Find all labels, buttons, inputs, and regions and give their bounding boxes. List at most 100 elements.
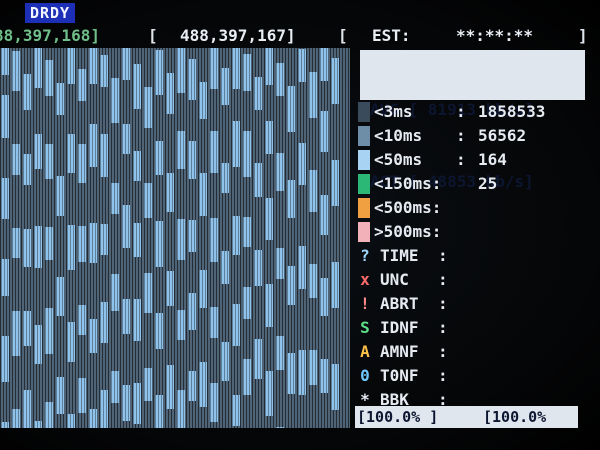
scan-block xyxy=(265,284,273,327)
timing-count: 56562 xyxy=(478,126,527,145)
error-label: ABRT xyxy=(380,294,419,313)
timing-label: <150ms: xyxy=(374,174,442,193)
scan-block xyxy=(298,350,306,395)
error-row: A AMNF: xyxy=(358,340,598,364)
scan-block xyxy=(210,131,218,173)
scan-block xyxy=(243,131,251,177)
scan-block xyxy=(232,395,240,426)
error-row: ! ABRT: xyxy=(358,292,598,316)
timing-row: >500ms: xyxy=(358,220,598,244)
scan-block xyxy=(100,302,108,343)
scan-block xyxy=(177,219,185,260)
scan-block xyxy=(1,422,9,428)
timing-color-swatch xyxy=(358,126,370,146)
scan-block xyxy=(133,383,141,424)
error-label: UNC xyxy=(380,270,409,289)
zero-icon: 0 xyxy=(360,366,370,385)
timing-color-swatch xyxy=(358,174,370,194)
scan-block xyxy=(331,262,339,308)
scan-block xyxy=(23,229,31,267)
scan-block xyxy=(210,383,218,422)
lba-range-row: 88,397,168] [ 488,397,167] [ EST: **:**:… xyxy=(0,26,600,46)
scan-block xyxy=(276,248,284,279)
progress-left: [100.0% ] xyxy=(357,408,439,426)
a-icon: A xyxy=(360,342,370,361)
scan-block xyxy=(265,198,273,240)
scan-block xyxy=(122,299,130,334)
scan-block xyxy=(67,322,75,362)
scan-block xyxy=(100,224,108,255)
scan-block xyxy=(144,273,152,313)
scan-block xyxy=(177,131,185,169)
est-label: EST: xyxy=(372,26,411,45)
scan-block xyxy=(166,365,174,409)
est-value: **:**:** xyxy=(456,26,534,45)
scan-block xyxy=(177,390,185,428)
scan-block xyxy=(34,134,42,169)
scan-block xyxy=(166,271,174,306)
timing-row: <10ms:56562 xyxy=(358,124,598,148)
scan-block xyxy=(12,228,20,258)
timing-row: <3ms:1858533 xyxy=(358,100,598,124)
scan-block xyxy=(309,264,317,298)
scan-block xyxy=(199,270,207,308)
timing-count: 25 xyxy=(478,174,498,193)
scan-block xyxy=(287,353,295,394)
scan-block xyxy=(309,170,317,212)
scan-block xyxy=(254,77,262,110)
drive-ready-flag: DRDY xyxy=(25,3,75,23)
scan-block xyxy=(45,60,53,96)
scan-block xyxy=(243,287,251,319)
scan-block xyxy=(221,342,229,381)
scan-block xyxy=(144,183,152,218)
error-colon: : xyxy=(438,366,448,385)
scan-block xyxy=(78,226,86,262)
error-label: IDNF xyxy=(380,318,419,337)
error-row: x UNC: xyxy=(358,268,598,292)
scan-block xyxy=(177,48,185,93)
scan-block xyxy=(1,95,9,138)
scan-block xyxy=(199,82,207,119)
timing-colon: : xyxy=(456,150,466,169)
timing-color-swatch xyxy=(358,102,370,122)
scan-block xyxy=(188,220,196,252)
scan-block xyxy=(111,78,119,123)
scan-block xyxy=(309,72,317,118)
scan-block xyxy=(111,183,119,214)
scan-block xyxy=(34,421,42,428)
scan-block xyxy=(331,364,339,410)
scan-block xyxy=(287,266,295,305)
scan-block xyxy=(243,54,251,91)
scan-block xyxy=(89,124,97,167)
scan-block xyxy=(155,141,163,175)
scan-block xyxy=(331,160,339,206)
scan-block xyxy=(1,336,9,382)
timing-color-swatch xyxy=(358,222,370,242)
scan-block xyxy=(67,414,75,428)
timing-count: 164 xyxy=(478,150,507,169)
scan-block xyxy=(232,121,240,167)
scan-block xyxy=(78,305,86,335)
error-colon: : xyxy=(438,342,448,361)
speed-panel: AVG [ 81913 kb/s] ACT [ 48853 kb/s] xyxy=(360,50,585,191)
scan-block xyxy=(89,48,97,84)
scan-block xyxy=(12,409,20,428)
timing-label: <50ms xyxy=(374,150,423,169)
stats-panel: <3ms:1858533<10ms:56562<50ms:164<150ms::… xyxy=(358,100,598,412)
progress-bar: [100.0% ] [100.0% xyxy=(355,406,578,428)
exclamation-icon: ! xyxy=(360,294,370,313)
scan-block xyxy=(265,371,273,416)
scan-block xyxy=(320,278,328,316)
scan-block xyxy=(122,124,130,154)
scan-block xyxy=(111,274,119,311)
timing-row: <500ms: xyxy=(358,196,598,220)
scan-block xyxy=(320,195,328,235)
scan-block xyxy=(144,87,152,128)
error-label: AMNF xyxy=(380,342,419,361)
scan-block xyxy=(78,378,86,413)
timing-colon: : xyxy=(456,102,466,121)
scan-block xyxy=(12,311,20,356)
scan-block xyxy=(298,246,306,289)
scan-block xyxy=(155,313,163,349)
scan-block xyxy=(100,390,108,428)
